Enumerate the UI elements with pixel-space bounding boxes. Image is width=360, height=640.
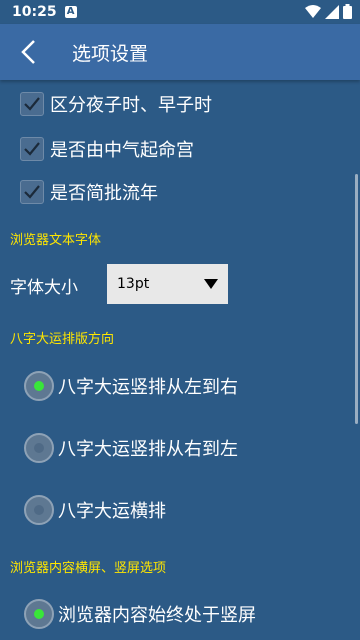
checkbox-label: 是否简批流年: [50, 183, 158, 204]
back-arrow-icon: [21, 40, 35, 64]
status-bar: 10:25 A: [0, 0, 360, 24]
dropdown-arrow-icon: [204, 279, 218, 289]
settings-content[interactable]: 区分夜子时、早子时 是否由中气起命宫 是否简批流年 浏览器文本字体 字体大小 1…: [0, 80, 360, 640]
battery-icon: [343, 4, 352, 19]
checkmark-icon: [24, 185, 40, 199]
status-icons: [305, 4, 352, 19]
app-bar: 选项设置: [0, 24, 360, 80]
radio-button[interactable]: [24, 495, 54, 525]
checkbox-row-night-zishi[interactable]: 区分夜子时、早子时: [20, 88, 212, 120]
back-button[interactable]: [0, 24, 56, 80]
checkbox[interactable]: [20, 137, 44, 161]
radio-row-portrait[interactable]: 浏览器内容始终处于竖屏: [24, 596, 256, 632]
radio-label: 八字大运竖排从右到左: [58, 439, 238, 460]
checkbox-label: 是否由中气起命宫: [50, 140, 194, 161]
scrollbar[interactable]: [355, 174, 358, 424]
wifi-icon: [305, 4, 321, 18]
radio-row-bazi-horizontal[interactable]: 八字大运横排: [24, 492, 166, 528]
radio-row-bazi-right-to-left[interactable]: 八字大运竖排从右到左: [24, 430, 238, 466]
checkbox-row-liunian[interactable]: 是否简批流年: [20, 176, 158, 208]
checkbox[interactable]: [20, 92, 44, 116]
radio-dot: [34, 381, 44, 391]
checkmark-icon: [24, 97, 40, 111]
radio-button[interactable]: [24, 371, 54, 401]
radio-label: 八字大运竖排从左到右: [58, 377, 238, 398]
font-size-label: 字体大小: [10, 278, 78, 298]
notification-icon: A: [64, 6, 77, 18]
radio-button[interactable]: [24, 599, 54, 629]
radio-label: 浏览器内容始终处于竖屏: [58, 605, 256, 626]
signal-icon: [325, 4, 339, 19]
checkbox[interactable]: [20, 180, 44, 204]
checkbox-label: 区分夜子时、早子时: [50, 95, 212, 116]
radio-button[interactable]: [24, 433, 54, 463]
page-title: 选项设置: [72, 42, 149, 65]
font-size-select[interactable]: 13pt: [107, 264, 228, 304]
section-header-browser-orientation: 浏览器内容横屏、竖屏选项: [10, 561, 167, 576]
section-header-browser-font: 浏览器文本字体: [10, 233, 102, 248]
radio-dot: [34, 443, 44, 453]
radio-dot: [34, 609, 44, 619]
checkmark-icon: [24, 142, 40, 156]
checkbox-row-zhongqi[interactable]: 是否由中气起命宫: [20, 133, 194, 165]
status-time: 10:25: [12, 4, 57, 20]
radio-label: 八字大运横排: [58, 501, 166, 522]
radio-dot: [34, 505, 44, 515]
section-header-bazi-layout: 八字大运排版方向: [10, 332, 115, 347]
font-size-value: 13pt: [117, 276, 150, 292]
radio-row-bazi-left-to-right[interactable]: 八字大运竖排从左到右: [24, 368, 238, 404]
